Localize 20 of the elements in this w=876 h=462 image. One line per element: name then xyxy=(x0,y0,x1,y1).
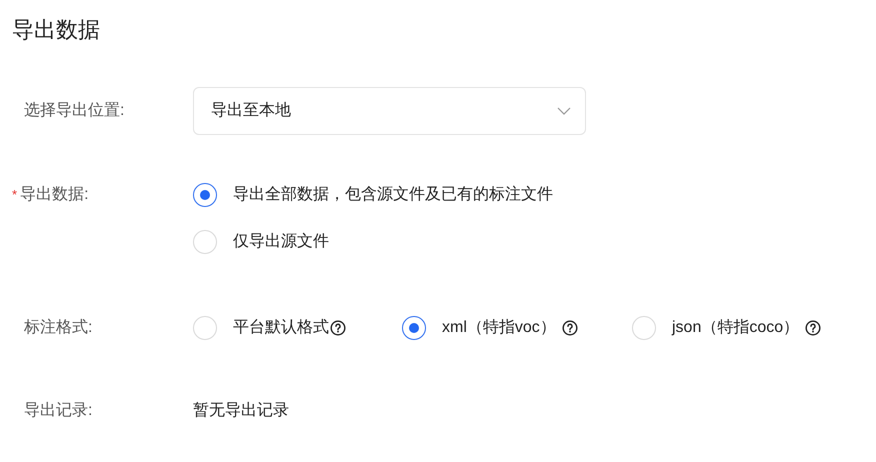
field-label: 导出记录: xyxy=(24,400,94,421)
help-icon[interactable] xyxy=(562,320,578,336)
radio-label[interactable]: json（特指coco） xyxy=(672,316,800,340)
field-label: 选择导出位置: xyxy=(24,100,126,121)
radio-label[interactable]: 导出全部数据，包含源文件及已有的标注文件 xyxy=(233,183,553,207)
help-icon[interactable] xyxy=(330,320,346,336)
help-icon[interactable] xyxy=(805,320,822,336)
radio-button[interactable] xyxy=(193,183,217,207)
page-title: 导出数据 xyxy=(12,16,100,44)
radio-button[interactable] xyxy=(402,316,426,340)
chevron-down-icon xyxy=(557,107,571,115)
radio-label[interactable]: xml（特指voc） xyxy=(442,316,556,340)
radio-label[interactable]: 仅导出源文件 xyxy=(233,230,329,254)
field-label: 标注格式: xyxy=(24,318,94,338)
radio-label[interactable]: 平台默认格式 xyxy=(233,316,329,340)
field-label: 导出数据: xyxy=(20,184,89,205)
required-asterisk: * xyxy=(12,186,18,204)
location-select[interactable]: 导出至本地 xyxy=(193,87,586,135)
select-value: 导出至本地 xyxy=(211,100,291,121)
empty-records-text: 暂无导出记录 xyxy=(193,400,289,421)
